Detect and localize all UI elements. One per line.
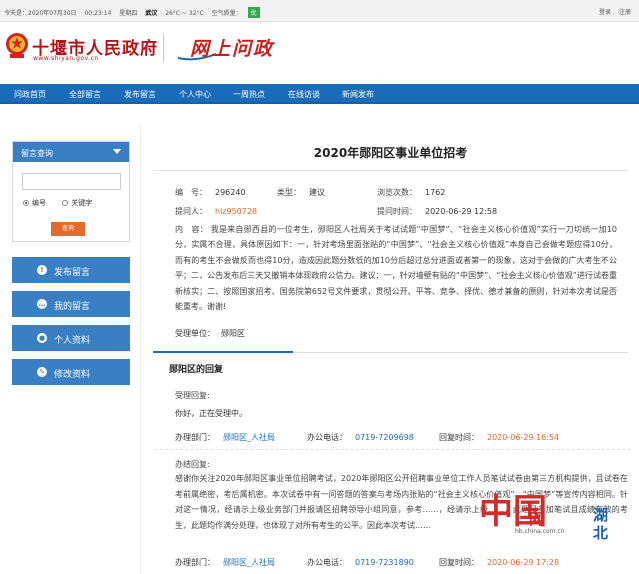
info-icon: ! — [37, 265, 47, 275]
page-title: 2020年郧阳区事业单位招考 — [313, 146, 468, 160]
auth-links: 登录 注册 — [593, 7, 631, 16]
done-reply-label: 办结回复: — [175, 460, 210, 469]
radio-option-keyword[interactable]: 关键字 — [62, 199, 92, 207]
query-type-radios: 编号 关键字 — [23, 198, 106, 208]
meta-author: 提问人： hlz950728 — [175, 207, 258, 216]
register-link[interactable]: 注册 — [619, 9, 631, 16]
air-quality-label: 空气质量： — [211, 10, 242, 17]
radio-option-number[interactable]: 编号 — [23, 199, 46, 207]
done-dept: 办理部门： 郧阳区_人社局 — [175, 558, 275, 567]
user-icon: ● — [37, 333, 47, 343]
radio-unchecked-icon — [62, 200, 69, 206]
nav-weekly-hot[interactable]: 一周热点 — [233, 89, 265, 100]
national-emblem-icon — [6, 33, 28, 58]
nav-all-messages[interactable]: 全部留言 — [69, 89, 101, 100]
done-time: 回复时间： 2020-06-29 17:28 — [439, 558, 560, 567]
edit-profile-button[interactable]: ✎ 修改资料 — [12, 359, 130, 385]
content-text: 我是来自郧西县的一位考生，郧阳区人社局关于考试试题“中国梦”、“社会主义核心价值… — [175, 225, 618, 312]
current-weekday: 星期四 — [119, 10, 138, 17]
message-query-header[interactable]: 留言查询 — [13, 142, 129, 162]
date-weather-info: 今天是：2020年07月30日 00:23:14 星期四 武汉 26°C ~ 3… — [4, 7, 266, 18]
accept-phone: 办公电话： 0719-7209698 — [307, 433, 414, 442]
post-message-button[interactable]: ! 发布留言 — [12, 257, 130, 283]
china-net-hubei-watermark: 中国 网 湖 北 hb.china.com.cn — [457, 484, 637, 542]
weather-city: 武汉 — [145, 10, 158, 17]
top-info-bar: 今天是：2020年07月30日 00:23:14 星期四 武汉 26°C ~ 3… — [0, 0, 639, 22]
chevron-down-icon — [113, 149, 121, 154]
message-content: 内 容： 我是来自郧西县的一位考生，郧阳区人社局关于考试试题“中国梦”、“社会主… — [175, 222, 617, 314]
message-query-panel: 留言查询 编号 关键字 查询 — [12, 141, 130, 242]
meta-time: 提问时间： 2020-06-29 12:58 — [377, 207, 498, 216]
query-button[interactable]: 查询 — [51, 222, 85, 236]
site-header: 十堰市人民政府 www.shiyan.gov.cn 网上问政 — [0, 22, 639, 78]
weather-temperature: 26°C ~ 32°C — [165, 10, 204, 17]
title-divider — [153, 170, 628, 171]
radio-checked-icon — [23, 200, 29, 206]
reply-section-title: 郧阳区的回复 — [169, 365, 224, 375]
reply-separator — [155, 449, 630, 450]
accept-dept: 办理部门： 郧阳区_人社局 — [175, 433, 275, 442]
meta-number: 编 号： 296240 — [175, 188, 246, 197]
meta-type: 类型： 建议 — [277, 188, 325, 197]
login-link[interactable]: 登录 — [599, 9, 611, 16]
profile-button[interactable]: ● 个人资料 — [12, 325, 130, 351]
done-phone: 办公电话： 0719-7231890 — [307, 558, 414, 567]
current-date: 今天是：2020年07月30日 — [4, 10, 77, 17]
accept-reply-text: 你好，正在受理中。 — [175, 409, 247, 418]
message-query-title: 留言查询 — [21, 149, 53, 158]
reply-tab-indicator — [153, 351, 293, 353]
accept-time: 回复时间： 2020-06-29 16:54 — [439, 433, 560, 442]
accepting-unit: 受理单位： 郧阳区 — [175, 329, 245, 338]
my-messages-button[interactable]: … 我的留言 — [12, 291, 130, 317]
chat-icon: … — [37, 299, 47, 309]
accept-reply-label: 受理回复: — [175, 391, 210, 400]
nav-post-message[interactable]: 发布留言 — [124, 89, 156, 100]
nav-news-release[interactable]: 新闻发布 — [342, 89, 374, 100]
header-divider — [163, 34, 164, 62]
watermark-url: hb.china.com.cn — [515, 528, 565, 535]
watermark-wang: 网 — [529, 510, 545, 528]
nav-home[interactable]: 问政首页 — [14, 89, 46, 100]
air-quality-badge: 优 — [247, 7, 260, 18]
content-label: 内 容： — [175, 225, 208, 234]
main-nav: 问政首页 全部留言 发布留言 个人中心 一周热点 在线访谈 新闻发布 — [0, 84, 639, 104]
pencil-icon: ✎ — [37, 367, 47, 377]
site-url: www.shiyan.gov.cn — [33, 55, 99, 62]
query-input[interactable] — [22, 173, 121, 190]
nav-personal-center[interactable]: 个人中心 — [179, 89, 211, 100]
current-time: 00:23:14 — [84, 10, 112, 17]
wenzheng-logo-text: 网上问政 — [190, 38, 275, 60]
nav-online-interview[interactable]: 在线访谈 — [288, 89, 320, 100]
author-link[interactable]: hlz950728 — [215, 207, 257, 216]
meta-views: 浏览次数： 1762 — [377, 188, 446, 197]
watermark-hubei-2: 北 — [593, 524, 609, 542]
